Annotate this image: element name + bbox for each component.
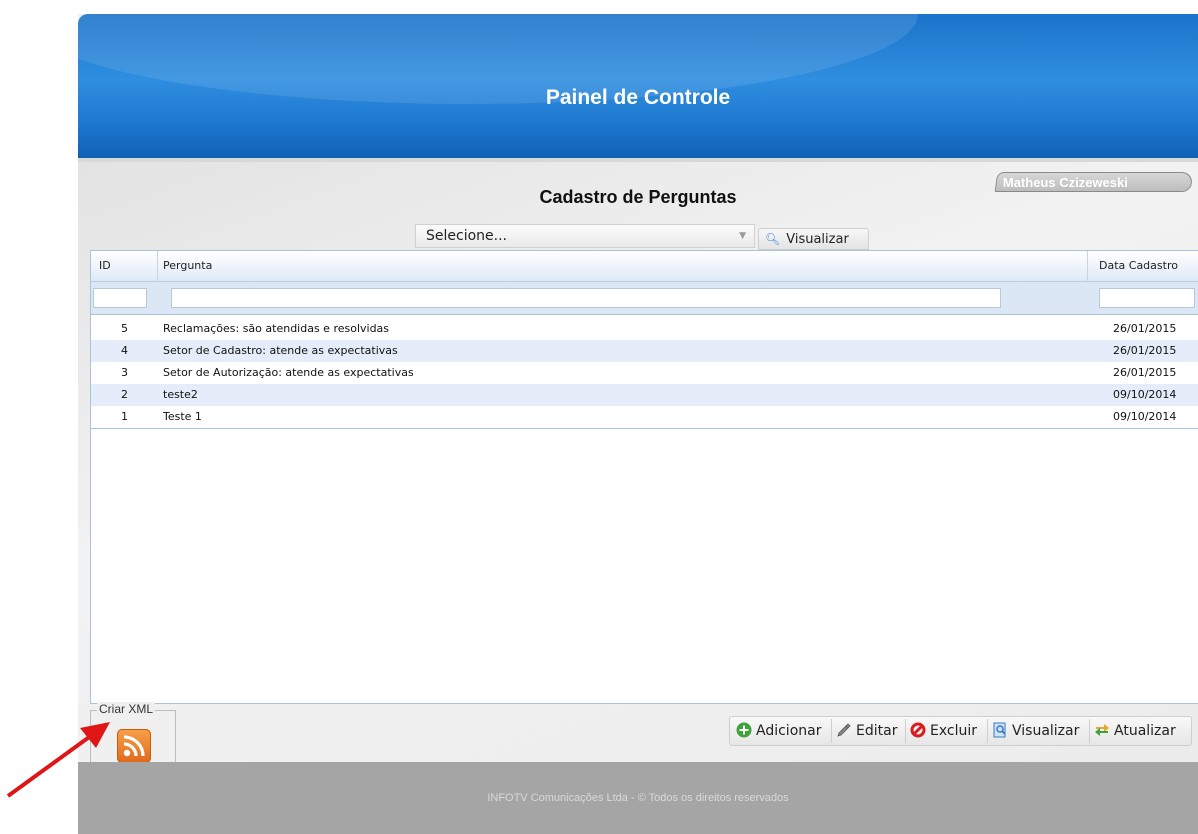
- filter-bar: [91, 282, 1198, 315]
- cell-id: 4: [121, 344, 128, 357]
- preview-icon: [992, 717, 1008, 745]
- adicionar-label: Adicionar: [756, 723, 822, 739]
- footer: INFOTV Comunicações Ltda - © Todos os di…: [78, 762, 1198, 834]
- cell-id: 2: [121, 388, 128, 401]
- pergunta-filter-input[interactable]: [171, 288, 1001, 308]
- column-header-id[interactable]: ID: [99, 251, 111, 281]
- toolbar-separator: [905, 719, 906, 743]
- footer-text: INFOTV Comunicações Ltda - © Todos os di…: [487, 792, 789, 804]
- magnifier-icon: 🔍︎: [765, 232, 781, 246]
- refresh-icon: [1094, 717, 1110, 745]
- data-filter-input[interactable]: [1099, 288, 1195, 308]
- cell-pergunta: teste2: [163, 388, 198, 401]
- cell-data: 09/10/2014: [1113, 388, 1177, 401]
- header-title: Painel de Controle: [545, 86, 731, 109]
- questions-grid: ID Pergunta Data Cadastro 5 Reclamações:…: [90, 250, 1198, 704]
- cell-pergunta: Teste 1: [163, 410, 202, 423]
- question-select[interactable]: Selecione... ▼: [415, 224, 755, 248]
- annotation-arrow-icon: [6, 722, 110, 798]
- main-content: Matheus Czizeweski Cadastro de Perguntas…: [78, 162, 1198, 776]
- table-row[interactable]: 4 Setor de Cadastro: atende as expectati…: [91, 340, 1198, 362]
- table-row[interactable]: 2 teste2 09/10/2014: [91, 384, 1198, 406]
- page-container: Painel de Controle Matheus Czizeweski Ca…: [78, 14, 1198, 834]
- cell-data: 26/01/2015: [1113, 344, 1177, 357]
- editar-label: Editar: [856, 723, 898, 739]
- visualizar-filter-button[interactable]: 🔍︎ Visualizar: [758, 228, 869, 250]
- table-row[interactable]: 3 Setor de Autorização: atende as expect…: [91, 362, 1198, 384]
- edit-icon: [836, 717, 852, 745]
- editar-button[interactable]: Editar: [836, 717, 897, 745]
- cell-id: 5: [121, 322, 128, 335]
- atualizar-label: Atualizar: [1114, 723, 1176, 739]
- visualizar-button[interactable]: Visualizar: [992, 717, 1079, 745]
- delete-icon: [910, 717, 926, 745]
- cell-id: 3: [121, 366, 128, 379]
- id-filter-input[interactable]: [93, 288, 147, 308]
- page-title: Cadastro de Perguntas: [539, 187, 737, 207]
- cell-pergunta: Reclamações: são atendidas e resolvidas: [163, 322, 390, 335]
- toolbar-separator: [987, 719, 988, 743]
- column-header-pergunta[interactable]: Pergunta: [163, 251, 212, 281]
- adicionar-button[interactable]: Adicionar: [736, 717, 821, 745]
- rows-divider: [91, 428, 1198, 429]
- visualizar-filter-label: Visualizar: [786, 232, 849, 247]
- header-banner: Painel de Controle: [78, 14, 1198, 160]
- cell-data: 09/10/2014: [1113, 410, 1177, 423]
- table-row[interactable]: 5 Reclamações: são atendidas e resolvida…: [91, 318, 1198, 340]
- cell-data: 26/01/2015: [1113, 366, 1177, 379]
- atualizar-button[interactable]: Atualizar: [1094, 717, 1176, 745]
- excluir-label: Excluir: [930, 723, 977, 739]
- excluir-button[interactable]: Excluir: [910, 717, 977, 745]
- select-value: Selecione...: [426, 228, 507, 244]
- cell-pergunta: Setor de Cadastro: atende as expectativa…: [163, 344, 398, 357]
- cell-pergunta: Setor de Autorização: atende as expectat…: [163, 366, 414, 379]
- add-icon: [736, 717, 752, 745]
- cell-id: 1: [121, 410, 128, 423]
- toolbar-separator: [831, 719, 832, 743]
- grid-header: ID Pergunta Data Cadastro: [91, 251, 1198, 282]
- column-header-data-cadastro[interactable]: Data Cadastro: [1099, 251, 1178, 281]
- table-row[interactable]: 1 Teste 1 09/10/2014: [91, 406, 1198, 428]
- visualizar-label: Visualizar: [1012, 723, 1080, 739]
- action-toolbar: Adicionar Editar Excluir Visualizar Atua…: [729, 716, 1192, 746]
- toolbar-separator: [1089, 719, 1090, 743]
- cell-data: 26/01/2015: [1113, 322, 1177, 335]
- chevron-down-icon: ▼: [739, 231, 746, 241]
